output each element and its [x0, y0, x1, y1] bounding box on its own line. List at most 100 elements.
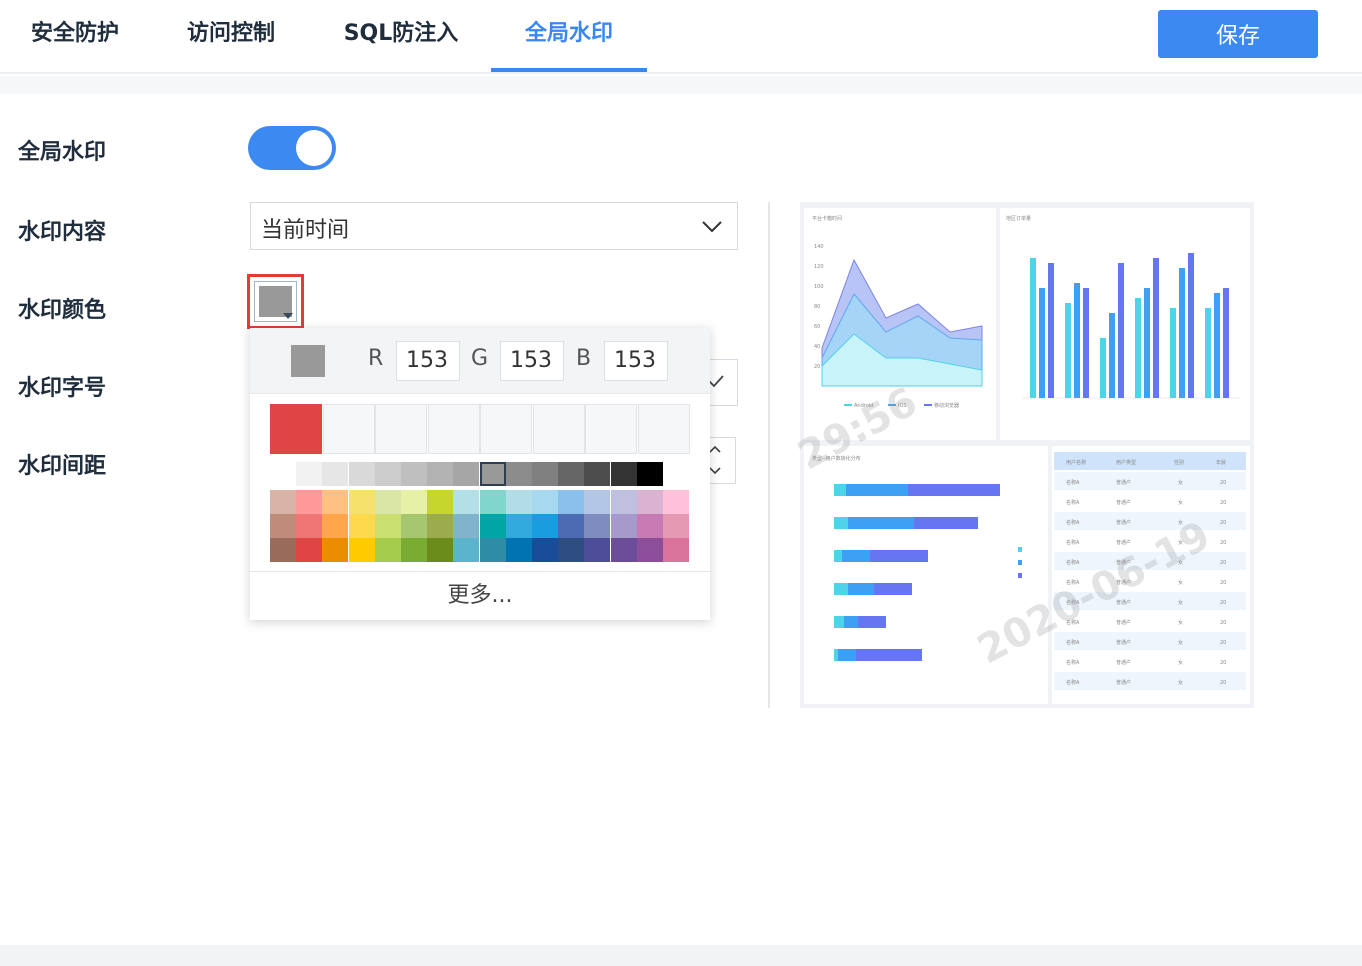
palette-swatch[interactable] [636, 538, 663, 562]
b-input[interactable]: 153 [604, 341, 668, 381]
palette-swatch[interactable] [401, 514, 427, 538]
g-input[interactable]: 153 [500, 341, 564, 381]
save-button[interactable]: 保存 [1158, 10, 1318, 58]
palette-swatch[interactable] [558, 514, 585, 538]
palette-swatch[interactable] [479, 538, 506, 562]
recent-color-swatch[interactable] [270, 404, 322, 454]
palette-swatch[interactable] [270, 490, 296, 514]
palette-swatch[interactable] [296, 538, 323, 562]
svg-text:80: 80 [814, 304, 820, 310]
palette-swatch[interactable] [348, 462, 375, 486]
palette-swatch[interactable] [322, 538, 349, 562]
preview-hbar [834, 517, 848, 529]
palette-swatch[interactable] [532, 538, 558, 562]
caret-down-icon [283, 313, 293, 319]
palette-swatch[interactable] [453, 490, 480, 514]
g-label: G [471, 346, 489, 371]
preview-table-cell: 女 [1178, 619, 1183, 626]
palette-swatch[interactable] [636, 490, 663, 514]
palette-swatch[interactable] [558, 462, 585, 486]
palette-swatch[interactable] [348, 538, 375, 562]
palette-swatch[interactable] [401, 538, 427, 562]
palette-swatch[interactable] [610, 462, 637, 486]
palette-swatch[interactable] [374, 514, 401, 538]
recent-color-swatch[interactable] [637, 404, 690, 454]
palette-swatch[interactable] [453, 514, 480, 538]
palette-swatch[interactable] [322, 462, 349, 486]
recent-color-swatch[interactable] [427, 404, 480, 454]
palette-swatch[interactable] [427, 538, 454, 562]
palette-swatch[interactable] [479, 462, 506, 486]
palette-swatch[interactable] [610, 490, 637, 514]
palette-swatch[interactable] [584, 538, 611, 562]
preview-table-cell: 名称A [1066, 679, 1080, 686]
watermark-toggle[interactable] [248, 126, 336, 170]
tab-global-watermark[interactable]: 全局水印 [491, 0, 647, 72]
palette-swatch[interactable] [663, 514, 689, 538]
palette-swatch[interactable] [558, 538, 585, 562]
palette-swatch[interactable] [401, 462, 427, 486]
area-chart-title: 平台卡箱时间 [812, 215, 842, 222]
tab-access-control[interactable]: 访问控制 [150, 0, 312, 72]
palette-swatch[interactable] [401, 490, 427, 514]
palette-swatch[interactable] [296, 514, 323, 538]
palette-swatch[interactable] [322, 514, 349, 538]
palette-swatch[interactable] [558, 490, 585, 514]
palette-swatch[interactable] [610, 514, 637, 538]
recent-color-swatch[interactable] [322, 404, 375, 454]
more-colors-button[interactable]: 更多... [250, 571, 710, 620]
preview-hbar-chart: 类型--用户数转化分布 [804, 446, 1048, 704]
palette-swatch[interactable] [270, 538, 296, 562]
preview-table-row [1054, 512, 1246, 530]
preview-bar [1048, 263, 1054, 398]
palette-swatch[interactable] [505, 514, 532, 538]
preview-bar [1109, 313, 1115, 398]
palette-swatch[interactable] [270, 462, 296, 486]
palette-swatch[interactable] [532, 462, 558, 486]
palette-swatch[interactable] [427, 490, 454, 514]
tab-sql-injection[interactable]: SQL防注入 [312, 0, 490, 72]
palette-swatch[interactable] [296, 490, 323, 514]
tab-security[interactable]: 安全防护 [0, 0, 150, 72]
palette-swatch[interactable] [584, 514, 611, 538]
palette-swatch[interactable] [427, 514, 454, 538]
palette-swatch[interactable] [663, 490, 689, 514]
content-select[interactable]: 当前时间 [250, 202, 738, 250]
palette-swatch[interactable] [584, 462, 611, 486]
svg-text:年龄: 年龄 [1216, 459, 1226, 466]
palette-swatch[interactable] [532, 490, 558, 514]
palette-swatch[interactable] [479, 490, 506, 514]
palette-swatch[interactable] [270, 514, 296, 538]
palette-swatch[interactable] [374, 490, 401, 514]
chevron-down-icon [702, 221, 722, 233]
palette-swatch[interactable] [505, 462, 532, 486]
palette-swatch[interactable] [374, 462, 401, 486]
palette-swatch[interactable] [453, 462, 480, 486]
recent-color-swatch[interactable] [585, 404, 637, 454]
palette-swatch[interactable] [505, 538, 532, 562]
r-input[interactable]: 153 [396, 341, 460, 381]
color-label: 水印颜色 [18, 298, 107, 323]
palette-swatch[interactable] [374, 538, 401, 562]
palette-swatch[interactable] [453, 538, 480, 562]
palette-swatch[interactable] [322, 490, 349, 514]
palette-swatch[interactable] [610, 538, 637, 562]
palette-swatch[interactable] [479, 514, 506, 538]
palette-swatch[interactable] [636, 462, 663, 486]
recent-color-swatch[interactable] [375, 404, 427, 454]
palette-swatch[interactable] [348, 490, 375, 514]
palette-swatch[interactable] [427, 462, 454, 486]
palette-swatch[interactable] [532, 514, 558, 538]
preview-table-cell: 普通户 [1116, 679, 1131, 686]
palette-swatch[interactable] [296, 462, 323, 486]
palette-swatch[interactable] [505, 490, 532, 514]
recent-color-swatch[interactable] [480, 404, 532, 454]
palette-swatch[interactable] [636, 514, 663, 538]
palette-swatch[interactable] [584, 490, 611, 514]
color-picker-trigger[interactable] [247, 274, 304, 329]
stepper-up-icon[interactable] [708, 444, 722, 454]
stepper-down-icon[interactable] [708, 466, 722, 476]
recent-color-swatch[interactable] [532, 404, 585, 454]
palette-swatch[interactable] [663, 538, 689, 562]
palette-swatch[interactable] [348, 514, 375, 538]
